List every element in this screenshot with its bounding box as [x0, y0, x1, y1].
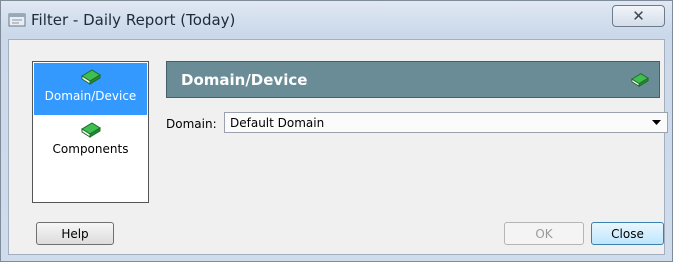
- domain-dropdown-value: Default Domain: [230, 116, 325, 130]
- dialog-body: Domain/Device Components Domain/Device D…: [8, 39, 668, 255]
- close-icon: ✕: [632, 7, 645, 25]
- close-button[interactable]: Close: [591, 222, 664, 245]
- nav-item-label: Components: [52, 142, 129, 156]
- category-list: Domain/Device Components: [32, 61, 149, 203]
- dialog-window: Filter - Daily Report (Today) ✕ Domain/D…: [0, 0, 673, 262]
- nav-item-label: Domain/Device: [44, 89, 137, 103]
- book-icon: [80, 122, 101, 138]
- book-icon: [631, 73, 649, 88]
- help-button[interactable]: Help: [36, 222, 114, 245]
- domain-label: Domain:: [166, 117, 217, 131]
- window-icon: [8, 12, 26, 28]
- chevron-down-icon: [652, 120, 661, 125]
- window-title: Filter - Daily Report (Today): [31, 11, 236, 29]
- ok-button[interactable]: OK: [504, 222, 584, 245]
- section-header: Domain/Device: [166, 61, 660, 98]
- window-close-button[interactable]: ✕: [612, 5, 665, 27]
- section-title: Domain/Device: [181, 71, 308, 89]
- domain-dropdown[interactable]: Default Domain: [224, 112, 668, 133]
- title-bar[interactable]: Filter - Daily Report (Today) ✕: [1, 1, 672, 39]
- nav-item-domain-device[interactable]: Domain/Device: [34, 63, 147, 115]
- nav-item-components[interactable]: Components: [34, 116, 147, 168]
- book-icon: [80, 69, 101, 85]
